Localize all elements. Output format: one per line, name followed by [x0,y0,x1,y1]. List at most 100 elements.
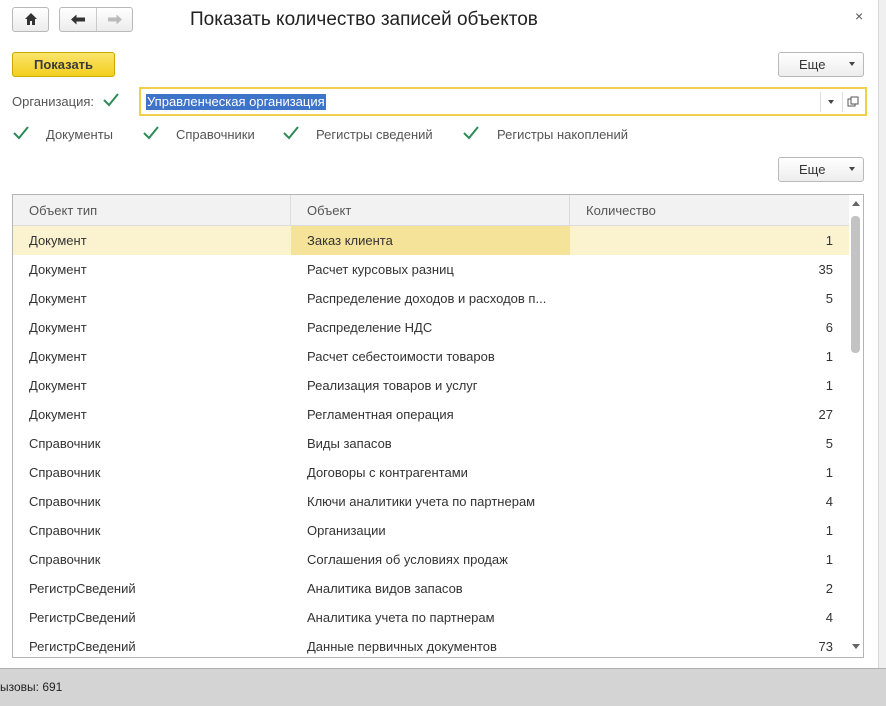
close-icon[interactable]: × [855,8,863,24]
table-row[interactable]: Справочник Организации 1 [13,516,849,545]
cell-count[interactable]: 1 [570,516,833,545]
cell-object-type[interactable]: РегистрСведений [29,574,284,603]
cell-object[interactable]: Реализация товаров и услуг [307,371,562,400]
column-header-count[interactable]: Количество [570,195,849,226]
cell-object[interactable]: Регламентная операция [307,400,562,429]
cell-object[interactable]: Организации [307,516,562,545]
cell-count[interactable]: 1 [570,371,833,400]
more-button-label: Еще [799,162,826,177]
cell-count[interactable]: 6 [570,313,833,342]
home-icon [24,12,38,29]
cell-object-type[interactable]: Документ [29,255,284,284]
column-header-object-type[interactable]: Объект тип [13,195,291,226]
filter-catalogs-label: Справочники [176,127,255,142]
cell-object-type[interactable]: Справочник [29,516,284,545]
filter-documents-checkbox[interactable] [13,126,29,140]
cell-count[interactable]: 1 [570,226,833,255]
table-row[interactable]: Справочник Договоры с контрагентами 1 [13,458,849,487]
cell-object-type[interactable]: Документ [29,313,284,342]
cell-object[interactable]: Аналитика видов запасов [307,574,562,603]
more-button-table[interactable]: Еще [778,157,864,182]
cell-count[interactable]: 4 [570,603,833,632]
filter-documents-label: Документы [46,127,114,142]
cell-object-type[interactable]: РегистрСведений [29,632,284,657]
cell-count[interactable]: 2 [570,574,833,603]
cell-object[interactable]: Ключи аналитики учета по партнерам [307,487,562,516]
table-body: Документ Заказ клиента 1 Документ Расчет кур… [13,226,849,657]
filter-accumulation-registers-label: Регистры накоплений [497,127,629,142]
organization-label: Организация: [12,94,95,109]
home-button[interactable] [12,7,49,32]
table-row[interactable]: РегистрСведений Аналитика учета по партне… [13,603,849,632]
cell-object-type[interactable]: Справочник [29,429,284,458]
table-row[interactable]: Документ Расчет курсовых разниц 35 [13,255,849,284]
forward-button[interactable] [97,8,133,31]
cell-object-type[interactable]: РегистрСведений [29,603,284,632]
cell-count[interactable]: 1 [570,545,833,574]
cell-object[interactable]: Соглашения об условиях продаж [307,545,562,574]
table-row[interactable]: РегистрСведений Аналитика видов запасов 2 [13,574,849,603]
table-row[interactable]: Документ Реализация товаров и услуг 1 [13,371,849,400]
cell-count[interactable]: 4 [570,487,833,516]
cell-object-type[interactable]: Справочник [29,545,284,574]
scroll-up-icon[interactable] [852,201,860,206]
table-row[interactable]: Документ Заказ клиента 1 [13,226,849,255]
table-row[interactable]: Документ Расчет себестоимости товаров 1 [13,342,849,371]
cell-object[interactable]: Расчет себестоимости товаров [307,342,562,371]
cell-count[interactable]: 1 [570,342,833,371]
cell-object[interactable]: Заказ клиента [307,226,562,255]
cell-object-type[interactable]: Справочник [29,458,284,487]
cell-object-type[interactable]: Документ [29,342,284,371]
cell-object[interactable]: Расчет курсовых разниц [307,255,562,284]
more-button-label: Еще [799,57,826,72]
cell-object[interactable]: Виды запасов [307,429,562,458]
show-button[interactable]: Показать [12,52,115,77]
cell-object[interactable]: Распределение доходов и расходов п... [307,284,562,313]
arrow-right-icon [107,13,123,29]
cell-count[interactable]: 5 [570,284,833,313]
back-button[interactable] [60,8,97,31]
history-nav [59,7,133,32]
window-edge [878,0,886,706]
cell-count[interactable]: 27 [570,400,833,429]
more-button-top[interactable]: Еще [778,52,864,77]
cell-count[interactable]: 5 [570,429,833,458]
organization-field[interactable]: Управленческая организация [139,87,867,116]
cell-count[interactable]: 1 [570,458,833,487]
objects-table[interactable]: Объект тип Объект Количество Документ Зак… [12,194,864,658]
cell-object[interactable]: Распределение НДС [307,313,562,342]
table-row[interactable]: Документ Регламентная операция 27 [13,400,849,429]
cell-object-type[interactable]: Документ [29,400,284,429]
table-row[interactable]: Документ Распределение доходов и расходов… [13,284,849,313]
organization-checkbox[interactable] [103,93,119,107]
filter-catalogs-checkbox[interactable] [143,126,159,140]
chevron-down-icon [849,62,855,66]
table-row[interactable]: Справочник Виды запасов 5 [13,429,849,458]
window-title: Показать количество записей объектов [190,9,538,30]
organization-value[interactable]: Управленческая организация [146,94,326,110]
cell-object-type[interactable]: Документ [29,371,284,400]
cell-count[interactable]: 73 [570,632,833,657]
filter-info-registers-checkbox[interactable] [283,126,299,140]
cell-object[interactable]: Данные первичных документов [307,632,562,657]
table-row[interactable]: РегистрСведений Данные первичных документ… [13,632,849,657]
vertical-scrollbar[interactable] [849,195,863,657]
chevron-down-icon [849,167,855,171]
filter-accumulation-registers-checkbox[interactable] [463,126,479,140]
scrollbar-thumb[interactable] [851,216,860,353]
table-row[interactable]: Справочник Ключи аналитики учета по партн… [13,487,849,516]
organization-dropdown-button[interactable] [820,92,840,112]
table-row[interactable]: Справочник Соглашения об условиях продаж 1 [13,545,849,574]
cell-object[interactable]: Аналитика учета по партнерам [307,603,562,632]
cell-object[interactable]: Договоры с контрагентами [307,458,562,487]
status-text: ызовы: 691 [0,680,63,694]
cell-object-type[interactable]: Справочник [29,487,284,516]
open-icon[interactable] [842,92,862,112]
scroll-down-icon[interactable] [852,644,860,649]
cell-object-type[interactable]: Документ [29,226,284,255]
column-header-object[interactable]: Объект [291,195,570,226]
cell-object-type[interactable]: Документ [29,284,284,313]
filter-info-registers-label: Регистры сведений [316,127,433,142]
table-row[interactable]: Документ Распределение НДС 6 [13,313,849,342]
cell-count[interactable]: 35 [570,255,833,284]
